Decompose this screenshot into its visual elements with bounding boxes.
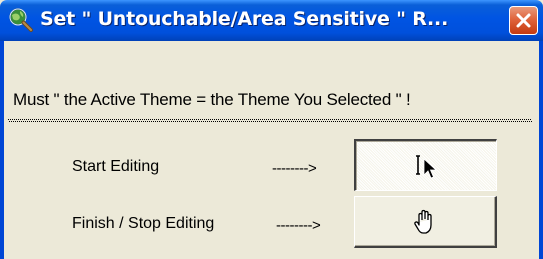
dotted-separator	[8, 119, 532, 123]
start-editing-arrow: -------->	[272, 160, 317, 177]
start-editing-button[interactable]	[354, 139, 497, 191]
text-cursor-pointer-icon	[416, 154, 438, 179]
globe-magnifier-icon	[9, 8, 33, 32]
finish-stop-editing-button[interactable]	[354, 196, 497, 248]
finish-stop-editing-label: Finish / Stop Editing	[72, 215, 215, 232]
close-button[interactable]	[509, 6, 538, 35]
finish-stop-editing-arrow: -------->	[276, 217, 321, 234]
window-title: Set " Untouchable/Area Sensitive " R...	[40, 8, 449, 30]
instruction-message: Must " the Active Theme = the Theme You …	[13, 90, 411, 109]
title-bar[interactable]: Set " Untouchable/Area Sensitive " R...	[0, 0, 543, 41]
window-border-right	[539, 41, 543, 259]
window-border-left	[0, 41, 4, 259]
hand-pan-icon	[414, 209, 432, 234]
dialog-window: Set " Untouchable/Area Sensitive " R... …	[0, 0, 543, 259]
close-icon	[516, 13, 531, 28]
start-editing-label: Start Editing	[72, 158, 160, 175]
